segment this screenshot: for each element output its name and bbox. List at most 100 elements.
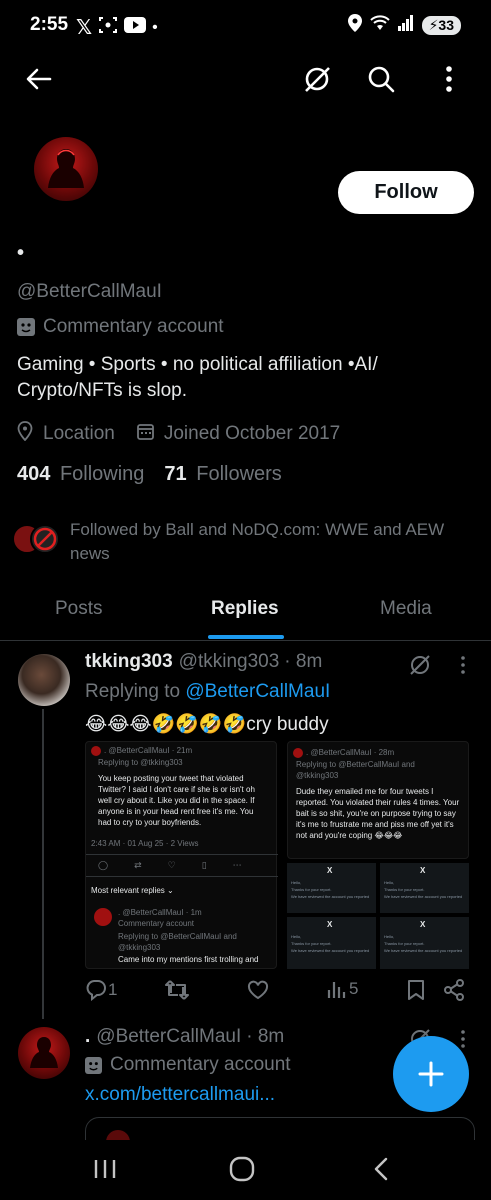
shot-body: You keep posting your tweet that violate…: [98, 774, 255, 827]
author-name[interactable]: tkking303: [85, 651, 173, 673]
kebab-menu-icon: [446, 66, 452, 92]
post-time: · 8m: [246, 1026, 285, 1047]
repost-button[interactable]: [165, 979, 189, 1006]
author-handle[interactable]: @BetterCallMauI: [96, 1026, 241, 1048]
account-type-text: Commentary account: [110, 1054, 291, 1075]
shot-avatar: [293, 748, 303, 758]
joined-date: Joined October 2017: [163, 423, 341, 444]
profile-avatar[interactable]: [34, 137, 98, 201]
display-name: •: [17, 242, 25, 264]
media-image-right-top[interactable]: . @BetterCallMauI · 28m Replying to @Bet…: [287, 741, 469, 859]
share-button[interactable]: [443, 979, 465, 1006]
reply-button[interactable]: 1: [85, 979, 117, 1001]
reply-post[interactable]: tkking303 @tkking303 · 8m Replying to @B…: [0, 641, 491, 1021]
follower-avatar: [30, 524, 60, 554]
kebab-menu-icon: [461, 1030, 465, 1048]
recent-apps-button[interactable]: [88, 1152, 122, 1186]
x-logo-icon: 𝕏: [76, 17, 93, 39]
active-tab-indicator: [208, 635, 284, 639]
home-button[interactable]: [225, 1152, 259, 1186]
status-dot: •: [152, 18, 158, 36]
account-type-label: Commentary account: [17, 316, 224, 338]
reply-icon: [86, 980, 106, 1001]
email-grid-cell: X Hello, Thanks for your report. We have…: [380, 917, 469, 969]
bookmark-button[interactable]: [407, 979, 425, 1006]
grok-button[interactable]: [300, 62, 334, 96]
account-type-label: Commentary account: [85, 1054, 291, 1076]
grid-text: Hello, Thanks for your report. We have r…: [384, 933, 462, 954]
following-count: 404: [17, 463, 51, 485]
compose-post-button[interactable]: [393, 1036, 469, 1112]
followers-link[interactable]: 71 Followers: [164, 463, 281, 486]
shot-sub-replying: Replying to @BetterCallMauI and @tkking3…: [118, 932, 237, 952]
followed-by-text: Followed by Ball and NoDQ.com: WWE and A…: [70, 518, 480, 566]
grid-hello: Hello,: [384, 934, 395, 939]
battery-indicator: ⚡33: [421, 16, 461, 35]
status-time: 2:55: [30, 14, 69, 35]
tab-replies[interactable]: Replies: [211, 598, 279, 620]
grid-hello: Hello,: [384, 880, 395, 885]
x-logo-icon: X: [420, 866, 426, 875]
x-logo-icon: X: [327, 920, 333, 929]
shot-relevant: Most relevant replies ⌄: [91, 886, 174, 895]
post-link[interactable]: x.com/bettercallmaui...: [85, 1084, 275, 1106]
grid-text: Hello, Thanks for your report. We have r…: [291, 879, 369, 900]
more-options-button[interactable]: [434, 62, 464, 96]
grok-icon: [305, 67, 330, 92]
mask-icon: [85, 1056, 102, 1074]
shot-bookmark-icon: ▯: [201, 860, 207, 870]
author-handle[interactable]: @tkking303: [179, 651, 280, 673]
grid-text: Hello, Thanks for your report. We have r…: [291, 933, 369, 954]
status-system-icons: ⚡33: [347, 14, 461, 37]
search-button[interactable]: [364, 62, 398, 96]
views-button[interactable]: 5: [327, 979, 358, 999]
following-link[interactable]: 404 Following: [17, 463, 144, 486]
status-bar: 2:55 𝕏 • ⚡33: [0, 0, 491, 52]
repost-icon: [165, 980, 189, 1000]
battery-level: 33: [438, 17, 454, 33]
grid-reviewed: We have reviewed the account you reporte…: [384, 894, 463, 899]
replying-to: Replying to @BetterCallMauI: [85, 681, 330, 703]
post-more-button[interactable]: [455, 653, 471, 677]
profile-meta: Location Joined October 2017: [17, 421, 340, 447]
followed-by-line: Followed by Ball and NoDQ.com: WWE and A…: [70, 520, 445, 539]
system-back-button[interactable]: [364, 1152, 398, 1186]
shot-sub-author: . @BetterCallMauI · 1m: [118, 908, 202, 917]
follow-button[interactable]: Follow: [338, 171, 474, 214]
home-circle-icon: [229, 1156, 255, 1182]
followed-by[interactable]: Followed by Ball and NoDQ.com: WWE and A…: [12, 516, 482, 566]
replying-to-handle[interactable]: @BetterCallMauI: [185, 681, 330, 702]
email-grid-cell: X Hello, Thanks for your report. We have…: [380, 863, 469, 913]
email-grid-cell: X Hello, Thanks for your report. We have…: [287, 863, 376, 913]
shot-share-icon: ⋯: [232, 860, 242, 870]
grid-thanks: Thanks for your report.: [384, 941, 425, 946]
back-button[interactable]: [22, 62, 56, 96]
grid-thanks: Thanks for your report.: [291, 941, 332, 946]
reply-count: 1: [108, 980, 118, 999]
location-icon: [347, 14, 362, 37]
author-name[interactable]: .: [85, 1026, 90, 1048]
grok-post-button[interactable]: [406, 651, 434, 679]
shot-body: Dude they emailed me for four tweets I r…: [296, 787, 460, 840]
wifi-icon: [369, 15, 390, 36]
kebab-menu-icon: [461, 656, 465, 674]
system-nav-bar: [0, 1140, 491, 1200]
media-image-left[interactable]: . @BetterCallMauI · 21m Replying to @tkk…: [85, 741, 278, 969]
tab-media[interactable]: Media: [380, 598, 432, 620]
heart-icon: [247, 980, 269, 1000]
shot-divider: [86, 854, 278, 855]
plus-icon: [418, 1061, 444, 1087]
email-grid-cell: X Hello, Thanks for your report. We have…: [287, 917, 376, 969]
author-avatar[interactable]: [18, 654, 70, 706]
author-avatar[interactable]: [18, 1027, 70, 1079]
post-actions: 1 5: [85, 979, 471, 1005]
post-text: 😂😂😂🤣🤣🤣🤣cry buddy: [85, 714, 329, 735]
like-button[interactable]: [247, 979, 269, 1006]
search-icon: [368, 66, 395, 93]
cell-signal-icon: [397, 15, 414, 36]
share-icon: [444, 979, 464, 1001]
tab-posts[interactable]: Posts: [55, 598, 103, 620]
followers-count: 71: [164, 463, 187, 485]
media-image-right-bottom[interactable]: X Hello, Thanks for your report. We have…: [287, 863, 469, 969]
calendar-icon: [136, 423, 154, 446]
